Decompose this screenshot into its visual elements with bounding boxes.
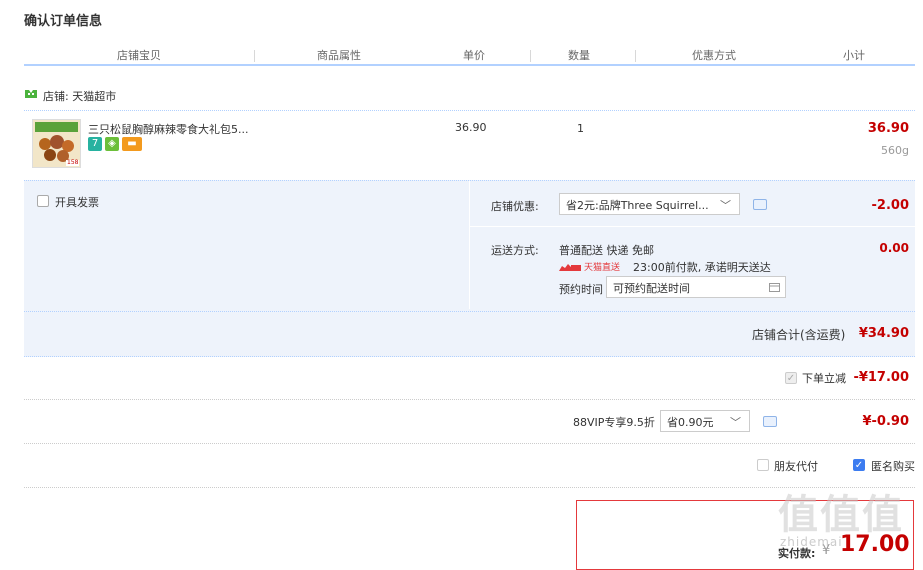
tmall-direct-tag: 天猫直送 bbox=[559, 260, 620, 273]
column-header: 单价 bbox=[463, 49, 485, 62]
instant-discount-label: 下单立减 bbox=[802, 372, 846, 385]
divider bbox=[24, 443, 915, 445]
friend-pay-checkbox[interactable] bbox=[757, 459, 769, 471]
card-icon[interactable]: ▬ bbox=[122, 137, 142, 151]
friend-pay-label: 朋友代付 bbox=[774, 460, 818, 473]
watermark-url: zhidemai bbox=[780, 535, 843, 549]
tmall-shop-icon bbox=[25, 90, 37, 98]
schedule-placeholder: 可预约配送时间 bbox=[613, 282, 690, 295]
calendar-icon bbox=[769, 283, 780, 292]
seven-day-return-icon[interactable]: 7 bbox=[88, 137, 102, 151]
quantity: 1 bbox=[577, 122, 584, 135]
instant-discount-amount: -¥17.00 bbox=[853, 370, 909, 385]
item-subtotal: 36.90 bbox=[867, 121, 909, 136]
column-header: 小计 bbox=[843, 49, 865, 62]
invoice-checkbox[interactable] bbox=[37, 195, 49, 207]
instant-discount-checkbox[interactable]: ✓ bbox=[785, 372, 797, 384]
shop-discount-amount: -2.00 bbox=[871, 198, 909, 213]
tmall-direct-label: 天猫直送 bbox=[584, 263, 621, 273]
vip-discount-select[interactable]: 省0.90元 ﹀ bbox=[660, 410, 750, 432]
tmall-cat-icon bbox=[559, 263, 581, 271]
vip-discount-amount: ¥-0.90 bbox=[862, 414, 909, 429]
unit-price: 36.90 bbox=[455, 121, 487, 134]
guarantee-icon[interactable]: ◈ bbox=[105, 137, 119, 151]
header-divider bbox=[635, 50, 636, 62]
product-name-link[interactable]: 三只松鼠胸醇麻辣零食大礼包5... bbox=[88, 121, 249, 137]
shop-discount-value: 省2元:品牌Three Squirrel... bbox=[566, 199, 709, 212]
table-header: 店铺宝贝 商品属性 单价 数量 优惠方式 小计 bbox=[24, 44, 915, 66]
anonymous-label: 匿名购买 bbox=[871, 460, 915, 473]
shop-discount-select[interactable]: 省2元:品牌Three Squirrel... ﹀ bbox=[559, 193, 740, 215]
divider bbox=[24, 110, 915, 112]
vip-label: 88VIP专享9.5折 bbox=[573, 416, 655, 429]
shop-discount-label: 店铺优惠: bbox=[491, 200, 539, 213]
column-header: 店铺宝贝 bbox=[117, 49, 161, 62]
panel-divider bbox=[469, 181, 470, 309]
thumb-price-label: 158 bbox=[67, 159, 79, 166]
anonymous-checkbox[interactable]: ✓ bbox=[853, 459, 865, 471]
schedule-label: 预约时间 bbox=[559, 283, 603, 296]
shop-total-amount: ¥34.90 bbox=[858, 326, 909, 341]
schedule-time-input[interactable]: 可预约配送时间 bbox=[606, 276, 786, 298]
delivery-promise: 23:00前付款, 承诺明天送达 bbox=[633, 261, 771, 274]
divider bbox=[470, 226, 915, 228]
service-badges: 7 ◈ ▬ bbox=[88, 137, 142, 151]
divider bbox=[24, 399, 915, 401]
column-header: 数量 bbox=[568, 49, 590, 62]
shipping-fee: 0.00 bbox=[879, 241, 909, 255]
header-divider bbox=[254, 50, 255, 62]
column-header: 商品属性 bbox=[317, 49, 361, 62]
chevron-down-icon: ﹀ bbox=[730, 416, 741, 429]
invoice-label: 开具发票 bbox=[55, 196, 99, 209]
page-title: 确认订单信息 bbox=[24, 14, 103, 29]
chat-icon[interactable] bbox=[753, 199, 767, 210]
vip-discount-value: 省0.90元 bbox=[667, 416, 714, 429]
chat-icon[interactable] bbox=[763, 416, 777, 427]
header-divider bbox=[530, 50, 531, 62]
shop-name[interactable]: 店铺: 天猫超市 bbox=[43, 88, 116, 104]
product-thumbnail[interactable]: 158 bbox=[32, 119, 81, 168]
watermark-logo: 值值值 bbox=[778, 492, 904, 538]
chevron-down-icon: ﹀ bbox=[720, 199, 731, 212]
item-weight: 560g bbox=[881, 144, 909, 157]
column-header: 优惠方式 bbox=[692, 49, 736, 62]
shipping-label: 运送方式: bbox=[491, 244, 539, 257]
shipping-method: 普通配送 快递 免邮 bbox=[559, 244, 654, 257]
shop-total-label: 店铺合计(含运费) bbox=[752, 328, 846, 342]
